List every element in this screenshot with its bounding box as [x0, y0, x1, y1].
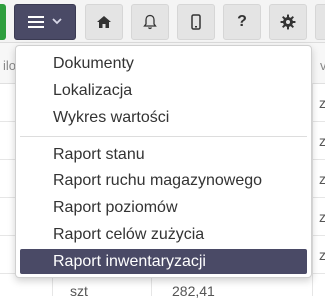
value-cell: 282,41 [172, 283, 215, 299]
table-cell: z [319, 95, 325, 111]
phone-icon [191, 14, 201, 30]
toolbar: ? [0, 0, 325, 43]
home-icon [97, 16, 111, 28]
table-cell: z [319, 133, 325, 149]
main-dropdown-menu: Dokumenty Lokalizacja Wykres wartości Ra… [15, 45, 312, 278]
column-divider [312, 83, 313, 296]
menu-item-wykres-wartosci[interactable]: Wykres wartości [20, 105, 307, 130]
menu-item-dokumenty[interactable]: Dokumenty [20, 51, 307, 76]
notifications-button[interactable] [131, 4, 169, 40]
menu-divider [20, 136, 307, 137]
menu-icon [28, 16, 44, 28]
table-cell: z [319, 209, 325, 225]
bell-icon [143, 14, 157, 30]
menu-item-raport-ruchu-magazynowego[interactable]: Raport ruchu magazynowego [20, 168, 307, 193]
column-header-value: v [320, 58, 325, 73]
home-button[interactable] [85, 4, 123, 40]
mobile-button[interactable] [177, 4, 215, 40]
table-cell: z [319, 247, 325, 263]
menu-dropdown-button[interactable] [14, 4, 76, 40]
help-icon: ? [237, 13, 247, 30]
menu-item-lokalizacja[interactable]: Lokalizacja [20, 78, 307, 103]
menu-item-raport-poziomow[interactable]: Raport poziomów [20, 195, 307, 220]
green-action-button[interactable] [0, 4, 6, 40]
menu-item-raport-stanu[interactable]: Raport stanu [20, 142, 307, 167]
chevron-down-icon [52, 17, 62, 28]
toolbar-extra-button[interactable] [315, 4, 325, 40]
settings-button[interactable] [269, 4, 307, 40]
gear-icon [280, 14, 296, 30]
help-button[interactable]: ? [223, 4, 261, 40]
unit-cell: szt [70, 283, 88, 299]
menu-item-raport-inwentaryzacji[interactable]: Raport inwentaryzacji [20, 249, 307, 274]
table-cell: z [319, 171, 325, 187]
menu-item-raport-celow-zuzycia[interactable]: Raport celów zużycia [20, 222, 307, 247]
